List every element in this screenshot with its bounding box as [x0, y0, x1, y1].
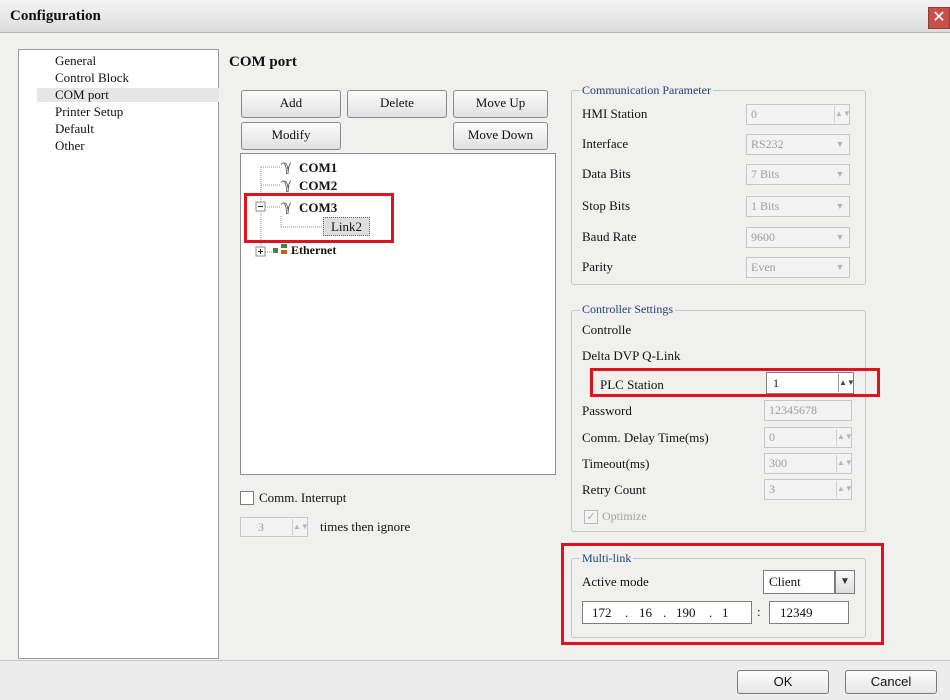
parity-select[interactable]: Even ▼	[746, 257, 850, 278]
cancel-button[interactable]: Cancel	[845, 670, 937, 694]
nav-item-other[interactable]: Other	[53, 139, 87, 153]
checkmark-icon: ✓	[586, 511, 596, 523]
comm-interrupt-label: Comm. Interrupt	[259, 490, 347, 505]
stop-bits-label: Stop Bits	[582, 198, 631, 213]
network-icon	[273, 243, 287, 255]
data-bits-label: Data Bits	[582, 166, 631, 181]
title-bar	[0, 0, 950, 33]
interface-value: RS232	[751, 137, 784, 151]
serial-port-icon: ℽ	[281, 177, 292, 193]
move-up-button[interactable]: Move Up	[453, 90, 548, 118]
close-button[interactable]: ✕	[928, 7, 950, 29]
chevron-down-icon[interactable]: ▼	[832, 166, 848, 183]
ok-button[interactable]: OK	[737, 670, 829, 694]
times-then-ignore-label: times then ignore	[320, 519, 411, 534]
serial-port-icon: ℽ	[281, 159, 292, 175]
parity-label: Parity	[582, 259, 614, 274]
window-title: Configuration	[10, 8, 101, 24]
delete-button[interactable]: Delete	[347, 90, 447, 118]
spin-arrows-icon[interactable]: ▲▼	[836, 455, 853, 472]
stop-bits-value: 1 Bits	[751, 199, 780, 213]
interface-select[interactable]: RS232 ▼	[746, 134, 850, 155]
data-bits-select[interactable]: 7 Bits ▼	[746, 164, 850, 185]
timeout-value: 300	[769, 456, 787, 470]
retry-count-value: 3	[769, 482, 775, 496]
tree-node-com2[interactable]: COM2	[299, 178, 337, 194]
parity-value: Even	[751, 260, 776, 274]
close-icon: ✕	[932, 9, 946, 26]
password-label: Password	[582, 403, 632, 418]
spin-arrows-icon[interactable]: ▲▼	[836, 429, 853, 446]
interface-label: Interface	[582, 136, 629, 151]
timeout-input[interactable]: 300 ▲▼	[764, 453, 853, 474]
section-title: COM port	[229, 54, 297, 70]
highlight-plc-station	[590, 368, 880, 397]
retry-count-input[interactable]: 3 ▲▼	[764, 479, 853, 500]
spin-arrows-icon[interactable]: ▲▼	[292, 519, 309, 535]
controller-name: Delta DVP Q-Link	[582, 348, 681, 363]
hmi-station-value: 0	[751, 107, 757, 121]
hmi-station-label: HMI Station	[582, 106, 648, 121]
chevron-down-icon[interactable]: ▼	[832, 229, 848, 246]
nav-item-control-block[interactable]: Control Block	[53, 71, 131, 85]
nav-item-com-port[interactable]: COM port	[37, 88, 219, 102]
interrupt-times-value: 3	[258, 520, 264, 534]
add-button[interactable]: Add	[241, 90, 341, 118]
tree-node-com1[interactable]: COM1	[299, 160, 337, 176]
controller-label: Controlle	[582, 322, 632, 337]
highlight-multi-link	[561, 543, 884, 645]
category-list[interactable]: General Control Block COM port Printer S…	[18, 49, 219, 659]
timeout-label: Timeout(ms)	[582, 456, 650, 471]
highlight-com3	[244, 193, 394, 243]
chevron-down-icon[interactable]: ▼	[832, 198, 848, 215]
nav-item-printer-setup[interactable]: Printer Setup	[53, 105, 125, 119]
interrupt-times-input[interactable]: 3 ▲▼	[240, 517, 309, 537]
optimize-checkbox[interactable]: ✓	[584, 510, 598, 524]
modify-button[interactable]: Modify	[241, 122, 341, 150]
hmi-station-input[interactable]: 0 ▲▼	[746, 104, 851, 125]
comm-interrupt-checkbox[interactable]	[240, 491, 254, 505]
password-input[interactable]: 12345678	[764, 400, 852, 421]
chevron-down-icon[interactable]: ▼	[832, 259, 848, 276]
comm-delay-input[interactable]: 0 ▲▼	[764, 427, 853, 448]
move-down-button[interactable]: Move Down	[453, 122, 548, 150]
password-value: 12345678	[769, 403, 817, 417]
comm-delay-label: Comm. Delay Time(ms)	[582, 430, 709, 445]
baud-rate-label: Baud Rate	[582, 229, 637, 244]
comm-delay-value: 0	[769, 430, 775, 444]
optimize-label: Optimize	[602, 509, 647, 523]
baud-rate-select[interactable]: 9600 ▼	[746, 227, 850, 248]
spin-arrows-icon[interactable]: ▲▼	[834, 106, 851, 123]
spin-arrows-icon[interactable]: ▲▼	[836, 481, 853, 498]
baud-rate-value: 9600	[751, 230, 775, 244]
communication-parameter-legend: Communication Parameter	[580, 83, 713, 98]
tree-node-ethernet[interactable]: Ethernet	[291, 243, 336, 258]
data-bits-value: 7 Bits	[751, 167, 780, 181]
controller-settings-legend: Controller Settings	[580, 302, 675, 317]
nav-item-general[interactable]: General	[53, 54, 98, 68]
chevron-down-icon[interactable]: ▼	[832, 136, 848, 153]
retry-count-label: Retry Count	[582, 482, 646, 497]
stop-bits-select[interactable]: 1 Bits ▼	[746, 196, 850, 217]
nav-item-default[interactable]: Default	[53, 122, 96, 136]
